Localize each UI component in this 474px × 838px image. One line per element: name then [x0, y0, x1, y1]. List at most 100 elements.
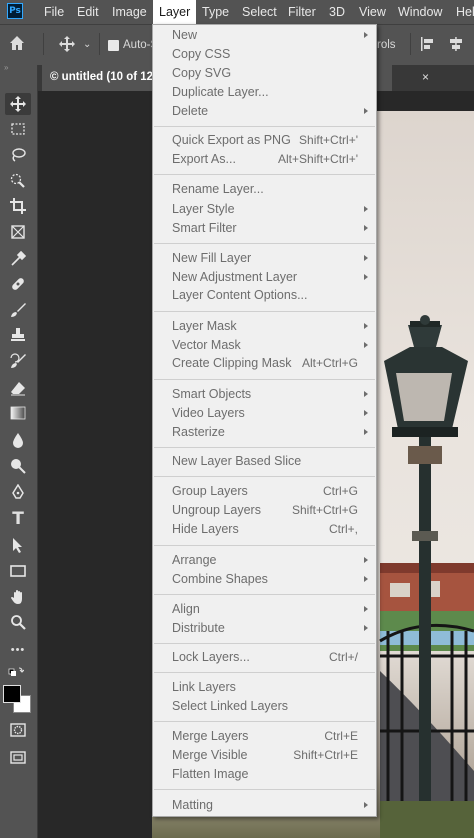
blur-tool-icon[interactable] [5, 429, 31, 451]
menu-item-merge-visible[interactable]: Merge Visible Shift+Ctrl+E [153, 746, 376, 765]
menu-item-new-adjustment-layer[interactable]: New Adjustment Layer [153, 268, 376, 287]
menu-item-merge-layers[interactable]: Merge Layers Ctrl+E [153, 727, 376, 746]
quick-selection-tool-icon[interactable] [5, 170, 31, 192]
home-icon[interactable] [8, 34, 26, 57]
submenu-arrow-icon [364, 410, 368, 416]
submenu-arrow-icon [364, 342, 368, 348]
menu-item-new[interactable]: New [153, 26, 376, 45]
menu-separator [154, 447, 375, 448]
move-tool-icon[interactable] [58, 35, 76, 58]
lasso-tool-icon[interactable] [5, 144, 31, 166]
menu-separator [154, 672, 375, 673]
menu-item-copy-svg[interactable]: Copy SVG [153, 64, 376, 83]
type-tool-icon[interactable]: T [5, 508, 31, 530]
menu-item-label: Align [172, 602, 200, 616]
clone-stamp-tool-icon[interactable] [5, 324, 31, 346]
menu-item-rasterize[interactable]: Rasterize [153, 423, 376, 442]
brush-tool-icon[interactable] [5, 299, 31, 321]
menu-image[interactable]: Image [106, 0, 153, 24]
menu-edit[interactable]: Edit [71, 0, 105, 24]
menu-item-combine-shapes[interactable]: Combine Shapes [153, 570, 376, 589]
auto-select-checkbox[interactable] [108, 40, 119, 51]
menu-item-label: Duplicate Layer... [172, 85, 269, 99]
menu-item-label: Rasterize [172, 425, 225, 439]
menu-item-layer-content-options[interactable]: Layer Content Options... [153, 286, 376, 305]
zoom-tool-icon[interactable] [5, 611, 31, 633]
pen-tool-icon[interactable] [5, 481, 31, 503]
marquee-tool-icon[interactable] [5, 118, 31, 140]
menu-item-export-as[interactable]: Export As... Alt+Shift+Ctrl+' [153, 150, 376, 169]
screen-mode-icon[interactable] [5, 746, 31, 768]
tools-panel: » T ••• [0, 64, 38, 838]
menu-item-label: Layer Mask [172, 319, 237, 333]
menu-item-delete[interactable]: Delete [153, 102, 376, 121]
move-tool-icon[interactable] [5, 93, 31, 115]
menu-file[interactable]: File [38, 0, 70, 24]
close-icon[interactable]: × [422, 70, 429, 84]
menu-item-distribute[interactable]: Distribute [153, 619, 376, 638]
menu-item-rename-layer[interactable]: Rename Layer... [153, 180, 376, 199]
menu-item-flatten-image[interactable]: Flatten Image [153, 765, 376, 784]
menu-item-label: Create Clipping Mask [172, 356, 292, 370]
panel-grip[interactable]: » [4, 64, 32, 72]
menu-3d[interactable]: 3D [323, 0, 351, 24]
foreground-color-swatch[interactable] [3, 685, 21, 703]
menu-layer[interactable]: Layer [153, 0, 197, 24]
menu-item-vector-mask[interactable]: Vector Mask [153, 336, 376, 355]
history-brush-tool-icon[interactable] [5, 350, 31, 372]
quick-mask-icon[interactable] [5, 719, 31, 741]
rectangle-tool-icon[interactable] [5, 560, 31, 582]
menu-item-shortcut: Shift+Ctrl+G [291, 503, 358, 517]
menu-item-label: Layer Content Options... [172, 288, 308, 302]
menu-window[interactable]: Window [392, 0, 448, 24]
spot-healing-tool-icon[interactable] [5, 273, 31, 295]
menu-select[interactable]: Select [236, 0, 283, 24]
menu-item-copy-css[interactable]: Copy CSS [153, 45, 376, 64]
menu-item-arrange[interactable]: Arrange [153, 551, 376, 570]
menu-item-lock-layers[interactable]: Lock Layers... Ctrl+/ [153, 648, 376, 667]
align-center-icon[interactable] [448, 36, 464, 57]
menu-item-hide-layers[interactable]: Hide Layers Ctrl+, [153, 520, 376, 539]
crop-tool-icon[interactable] [5, 195, 31, 217]
submenu-arrow-icon [364, 108, 368, 114]
menu-item-matting[interactable]: Matting [153, 796, 376, 815]
frame-tool-icon[interactable] [5, 221, 31, 243]
submenu-arrow-icon [364, 274, 368, 280]
eraser-tool-icon[interactable] [5, 377, 31, 399]
menu-item-layer-style[interactable]: Layer Style [153, 200, 376, 219]
swap-colors-icon[interactable] [3, 663, 29, 685]
menu-item-align[interactable]: Align [153, 600, 376, 619]
chevron-down-icon[interactable]: ⌄ [83, 39, 91, 50]
eyedropper-tool-icon[interactable] [5, 248, 31, 270]
path-selection-tool-icon[interactable] [5, 534, 31, 556]
menu-item-select-linked-layers[interactable]: Select Linked Layers [153, 697, 376, 716]
menu-item-smart-filter[interactable]: Smart Filter [153, 219, 376, 238]
menu-item-ungroup-layers[interactable]: Ungroup Layers Shift+Ctrl+G [153, 501, 376, 520]
menu-item-create-clipping-mask[interactable]: Create Clipping Mask Alt+Ctrl+G [153, 354, 376, 373]
more-tools-icon[interactable]: ••• [5, 639, 31, 661]
menu-bar: Ps File Edit Image Layer Type Select Fil… [0, 0, 474, 24]
layer-menu-dropdown: New Copy CSS Copy SVG Duplicate Layer...… [152, 24, 377, 817]
menu-type[interactable]: Type [196, 0, 235, 24]
submenu-arrow-icon [364, 429, 368, 435]
menu-item-new-fill-layer[interactable]: New Fill Layer [153, 249, 376, 268]
menu-item-group-layers[interactable]: Group Layers Ctrl+G [153, 482, 376, 501]
gradient-tool-icon[interactable] [5, 402, 31, 424]
align-left-icon[interactable] [420, 36, 436, 57]
menu-item-label: Ungroup Layers [172, 503, 261, 517]
menu-item-new-layer-based-slice[interactable]: New Layer Based Slice [153, 452, 376, 471]
menu-help[interactable]: Hel [450, 0, 474, 24]
submenu-arrow-icon [364, 225, 368, 231]
dodge-tool-icon[interactable] [5, 455, 31, 477]
menu-view[interactable]: View [353, 0, 392, 24]
menu-item-quick-export-png[interactable]: Quick Export as PNG Shift+Ctrl+' [153, 131, 376, 150]
menu-item-layer-mask[interactable]: Layer Mask [153, 317, 376, 336]
menu-item-label: Select Linked Layers [172, 699, 289, 713]
menu-item-smart-objects[interactable]: Smart Objects [153, 385, 376, 404]
menu-item-video-layers[interactable]: Video Layers [153, 404, 376, 423]
menu-filter[interactable]: Filter [282, 0, 322, 24]
menu-item-shortcut: Alt+Ctrl+G [301, 356, 358, 370]
menu-item-duplicate-layer[interactable]: Duplicate Layer... [153, 83, 376, 102]
hand-tool-icon[interactable] [5, 586, 31, 608]
menu-item-link-layers[interactable]: Link Layers [153, 678, 376, 697]
